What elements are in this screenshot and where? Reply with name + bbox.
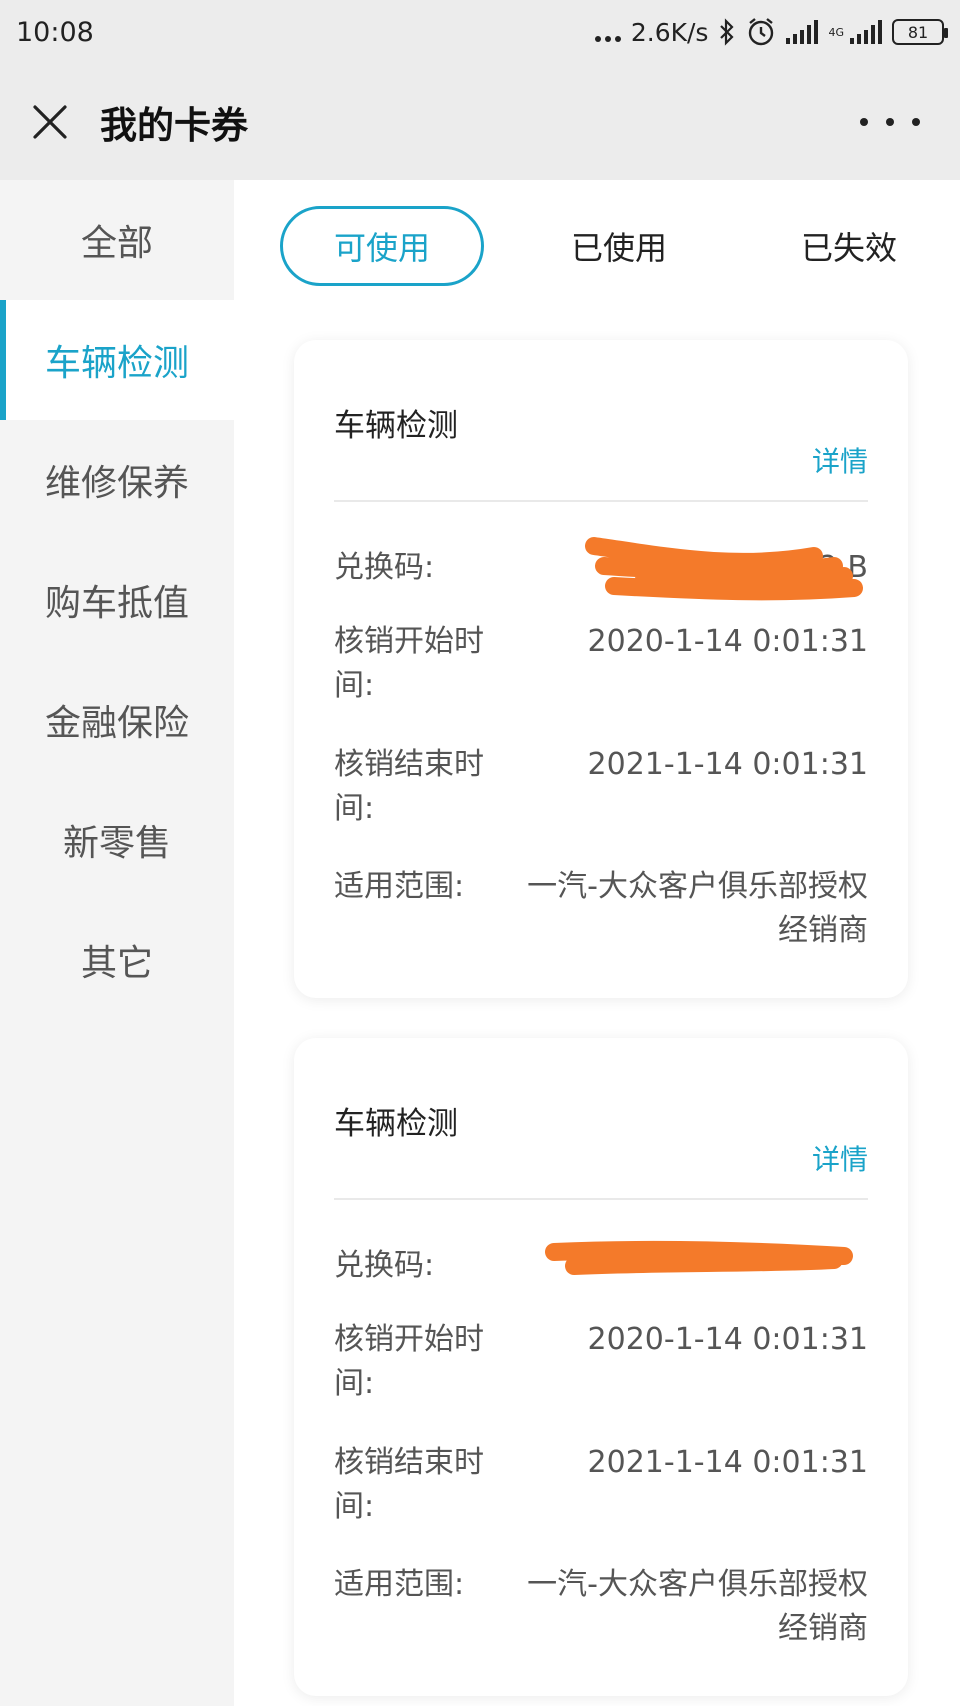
title-bar: 我的卡券 [0,64,960,180]
cell-signal-icon [850,20,882,44]
category-sidebar: 全部 车辆检测 维修保养 购车抵值 金融保险 新零售 其它 [0,180,234,1706]
card-title: 车辆检测 [334,1106,458,1142]
sidebar-item-label: 新零售 [62,823,171,864]
more-dot-icon [912,118,920,126]
scope-value: 一汽-大众客户俱乐部授权经销商 [527,1567,868,1646]
coupon-card[interactable]: 车辆检测 详情 兑换码: 核销开始时间: 2020-1-14 0:01:31 核… [294,1038,908,1696]
more-dot-icon [860,118,868,126]
row-label: 兑换码: [334,1248,435,1283]
close-button[interactable] [0,64,100,180]
coupon-list: 可使用 已使用 已失效 车辆检测 详情 兑换码: 2 B 核销开始时间: 202… [234,180,960,1706]
row-label: 兑换码: [334,550,435,585]
sidebar-item-other[interactable]: 其它 [0,900,234,1020]
sidebar-item-finance-insurance[interactable]: 金融保险 [0,660,234,780]
wifi-signal-icon [786,20,819,44]
row-label: 适用范围: [334,869,465,904]
battery-icon: 81 [892,19,948,45]
more-options-button[interactable] [860,104,920,140]
redeem-code: 2 B [818,550,868,585]
detail-link[interactable]: 详情 [812,1138,868,1178]
status-icons: 2.6K/s 4G 81 [594,17,948,47]
tab-used[interactable]: 已使用 [534,206,704,286]
status-bar: 10:08 2.6K/s 4G 81 [0,0,960,64]
sidebar-item-vehicle-inspection[interactable]: 车辆检测 [0,300,234,420]
tab-available[interactable]: 可使用 [280,206,484,286]
scope-row: 适用范围: 一汽-大众客户俱乐部授权经销商 [334,865,868,953]
row-label: 核销开始时间: [334,624,484,703]
redeem-code-row: 兑换码: [334,1244,868,1288]
sidebar-item-all[interactable]: 全部 [0,180,234,300]
sidebar-item-label: 全部 [80,223,153,264]
bluetooth-icon [720,18,735,46]
start-time: 2020-1-14 0:01:31 [587,624,868,659]
row-label: 核销结束时间: [334,747,484,826]
sidebar-item-maintenance[interactable]: 维修保养 [0,420,234,540]
more-dot-icon [886,118,894,126]
end-time: 2021-1-14 0:01:31 [587,747,868,782]
start-time-row: 核销开始时间: 2020-1-14 0:01:31 [334,620,868,708]
page-title: 我的卡券 [100,104,248,147]
network-type: 4G [828,25,844,39]
sidebar-item-label: 金融保险 [44,703,189,744]
end-time: 2021-1-14 0:01:31 [587,1445,868,1480]
row-label: 适用范围: [334,1567,465,1602]
notification-dots-icon [594,22,621,42]
tab-expired[interactable]: 已失效 [764,206,934,286]
scope-value: 一汽-大众客户俱乐部授权经销商 [527,869,868,948]
end-time-row: 核销结束时间: 2021-1-14 0:01:31 [334,743,868,831]
divider [334,1198,868,1200]
sidebar-item-purchase-credit[interactable]: 购车抵值 [0,540,234,660]
net-speed: 2.6K/s [630,17,709,47]
alarm-icon [749,18,774,46]
clock: 10:08 [16,16,94,48]
start-time-row: 核销开始时间: 2020-1-14 0:01:31 [334,1318,868,1406]
divider [334,500,868,502]
battery-level: 81 [907,22,929,42]
sidebar-item-label: 车辆检测 [44,343,189,384]
close-icon [33,105,67,139]
coupon-card[interactable]: 车辆检测 详情 兑换码: 2 B 核销开始时间: 2020-1-14 0:01:… [294,340,908,998]
status-tabs: 可使用 已使用 已失效 [234,180,960,310]
card-title: 车辆检测 [334,408,458,444]
start-time: 2020-1-14 0:01:31 [587,1322,868,1357]
sidebar-item-label: 维修保养 [44,463,189,504]
end-time-row: 核销结束时间: 2021-1-14 0:01:31 [334,1441,868,1529]
row-label: 核销开始时间: [334,1322,484,1401]
redeem-code [504,1244,868,1288]
detail-link[interactable]: 详情 [812,440,868,480]
scope-row: 适用范围: 一汽-大众客户俱乐部授权经销商 [334,1563,868,1651]
sidebar-item-label: 其它 [80,943,153,984]
redeem-code-row: 兑换码: 2 B [334,546,868,590]
row-label: 核销结束时间: [334,1445,484,1524]
sidebar-item-new-retail[interactable]: 新零售 [0,780,234,900]
sidebar-item-label: 购车抵值 [44,583,189,624]
